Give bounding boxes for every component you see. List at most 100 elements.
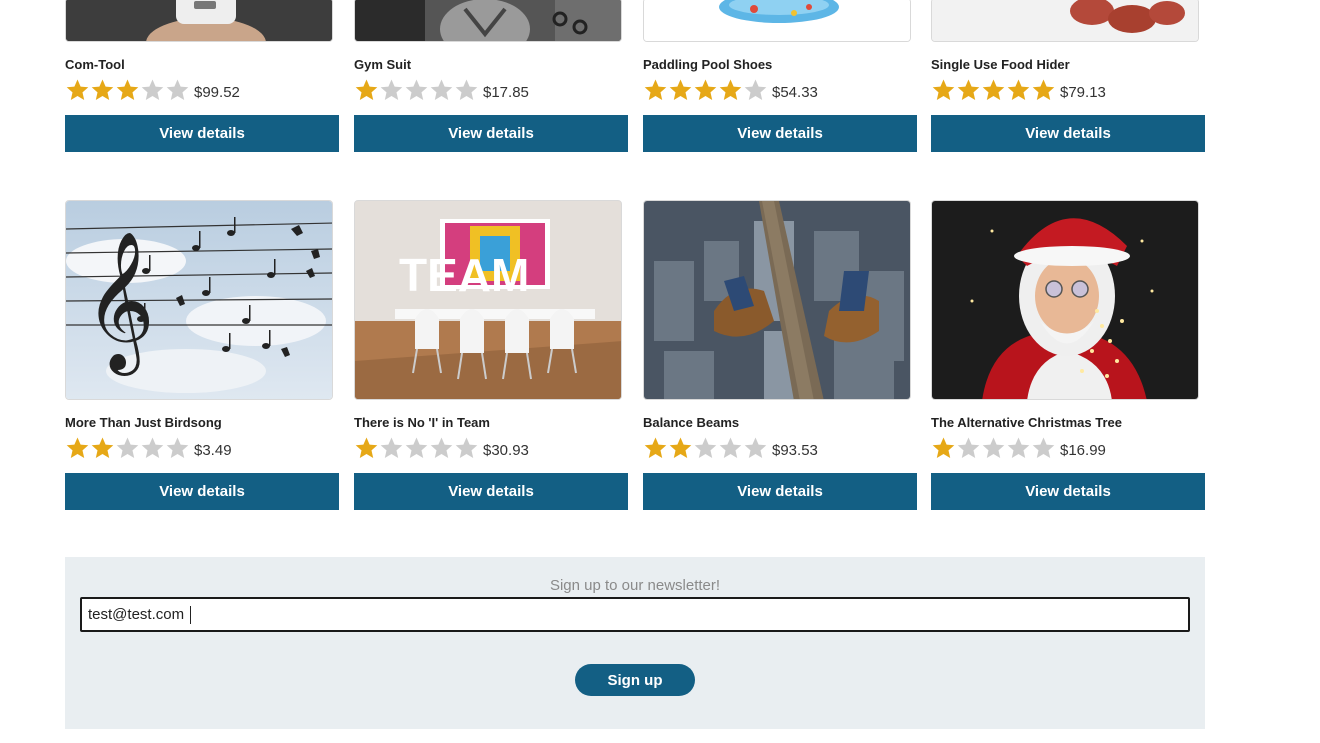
product-name[interactable]: Single Use Food Hider [931, 57, 1070, 72]
star-filled-icon [932, 437, 955, 458]
product-card: Com-Tool $99.52 View details [65, 0, 339, 152]
star-empty-icon [166, 79, 189, 100]
rating-row: $93.53 [643, 434, 818, 460]
product-image[interactable] [643, 200, 911, 400]
product-price: $30.93 [483, 442, 529, 459]
star-empty-icon [744, 79, 767, 100]
star-filled-icon [694, 79, 717, 100]
star-empty-icon [430, 437, 453, 458]
product-price: $3.49 [194, 442, 232, 459]
product-name[interactable]: Balance Beams [643, 415, 739, 430]
star-filled-icon [957, 79, 980, 100]
product-price: $79.13 [1060, 84, 1106, 101]
star-empty-icon [405, 437, 428, 458]
star-filled-icon [116, 79, 139, 100]
star-rating [354, 436, 479, 460]
product-listing-page: Com-Tool $99.52 View details Gym Suit $1… [0, 0, 1320, 743]
star-filled-icon [355, 79, 378, 100]
star-empty-icon [116, 437, 139, 458]
rating-row: $17.85 [354, 76, 529, 102]
star-filled-icon [91, 79, 114, 100]
star-empty-icon [455, 79, 478, 100]
star-empty-icon [744, 437, 767, 458]
star-empty-icon [380, 79, 403, 100]
star-empty-icon [380, 437, 403, 458]
rating-row: $16.99 [931, 434, 1106, 460]
view-details-button[interactable]: View details [354, 115, 628, 152]
star-rating [931, 436, 1056, 460]
product-card: Single Use Food Hider $79.13 View detail… [931, 0, 1205, 152]
star-empty-icon [957, 437, 980, 458]
star-filled-icon [66, 79, 89, 100]
view-details-button[interactable]: View details [354, 473, 628, 510]
product-name[interactable]: Paddling Pool Shoes [643, 57, 772, 72]
product-image[interactable] [65, 0, 333, 42]
product-card: Gym Suit $17.85 View details [354, 0, 628, 152]
star-empty-icon [1032, 437, 1055, 458]
sign-up-button[interactable]: Sign up [575, 664, 695, 696]
rating-row: $30.93 [354, 434, 529, 460]
svg-text:TEAM: TEAM [399, 249, 529, 301]
star-rating [643, 436, 768, 460]
product-name[interactable]: The Alternative Christmas Tree [931, 415, 1122, 430]
star-filled-icon [644, 437, 667, 458]
star-empty-icon [719, 437, 742, 458]
view-details-button[interactable]: View details [643, 115, 917, 152]
product-image[interactable]: 𝄞 [65, 200, 333, 400]
star-filled-icon [66, 437, 89, 458]
product-price: $54.33 [772, 84, 818, 101]
star-empty-icon [166, 437, 189, 458]
product-name[interactable]: More Than Just Birdsong [65, 415, 222, 430]
rating-row: $54.33 [643, 76, 818, 102]
star-empty-icon [1007, 437, 1030, 458]
product-card: Paddling Pool Shoes $54.33 View details [643, 0, 917, 152]
product-card: 𝄞 More Than Just Birdsong $3.49 View det… [65, 200, 339, 510]
product-image[interactable] [354, 0, 622, 42]
newsletter-email-input[interactable] [80, 597, 1190, 632]
star-filled-icon [982, 79, 1005, 100]
star-rating [65, 78, 190, 102]
star-filled-icon [1007, 79, 1030, 100]
star-filled-icon [644, 79, 667, 100]
newsletter-section: Sign up to our newsletter! Sign up [65, 557, 1205, 729]
rating-row: $3.49 [65, 434, 232, 460]
product-image[interactable]: TEAM [354, 200, 622, 400]
product-price: $17.85 [483, 84, 529, 101]
star-filled-icon [91, 437, 114, 458]
rating-row: $79.13 [931, 76, 1106, 102]
product-card: TEAM There is No 'I' in Team $30.93 View… [354, 200, 628, 510]
product-image[interactable] [643, 0, 911, 42]
star-empty-icon [694, 437, 717, 458]
star-filled-icon [355, 437, 378, 458]
product-card: The Alternative Christmas Tree $16.99 Vi… [931, 200, 1205, 510]
star-filled-icon [719, 79, 742, 100]
star-filled-icon [669, 437, 692, 458]
star-filled-icon [1032, 79, 1055, 100]
star-empty-icon [405, 79, 428, 100]
star-filled-icon [669, 79, 692, 100]
product-price: $16.99 [1060, 442, 1106, 459]
star-empty-icon [982, 437, 1005, 458]
star-rating [65, 436, 190, 460]
view-details-button[interactable]: View details [931, 473, 1205, 510]
product-price: $99.52 [194, 84, 240, 101]
star-rating [931, 78, 1056, 102]
product-image[interactable] [931, 0, 1199, 42]
product-price: $93.53 [772, 442, 818, 459]
rating-row: $99.52 [65, 76, 240, 102]
star-empty-icon [455, 437, 478, 458]
view-details-button[interactable]: View details [65, 115, 339, 152]
star-empty-icon [141, 437, 164, 458]
product-name[interactable]: There is No 'I' in Team [354, 415, 490, 430]
view-details-button[interactable]: View details [931, 115, 1205, 152]
product-name[interactable]: Gym Suit [354, 57, 411, 72]
star-rating [354, 78, 479, 102]
view-details-button[interactable]: View details [65, 473, 339, 510]
product-name[interactable]: Com-Tool [65, 57, 125, 72]
product-image[interactable] [931, 200, 1199, 400]
star-filled-icon [932, 79, 955, 100]
view-details-button[interactable]: View details [643, 473, 917, 510]
star-rating [643, 78, 768, 102]
product-card: Balance Beams $93.53 View details [643, 200, 917, 510]
text-cursor [190, 606, 191, 624]
